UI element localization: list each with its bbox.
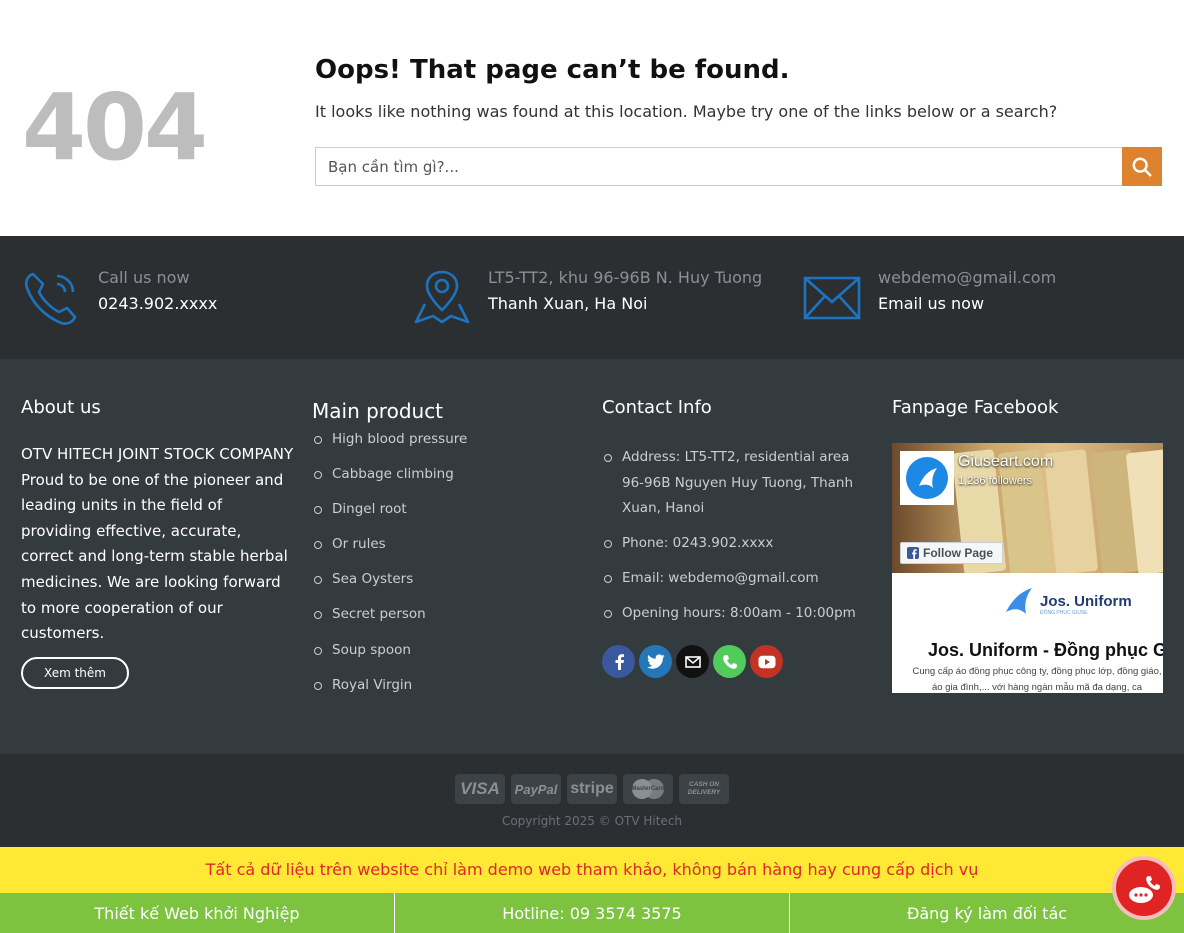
- read-more-button[interactable]: Xem thêm: [21, 657, 129, 689]
- contact-hours: Opening hours: 8:00am - 10:00pm: [602, 601, 864, 627]
- contact-title: Contact Info: [602, 397, 712, 418]
- facebook-button[interactable]: [602, 645, 635, 678]
- contact-label: Call us now: [98, 268, 190, 287]
- follow-page-label: Follow Page: [923, 546, 994, 560]
- contact-label: LT5-TT2, khu 96-96B N. Huy Tuong: [488, 268, 763, 287]
- contact-address: Address: LT5-TT2, residential area 96-96…: [602, 445, 864, 522]
- not-found-message: It looks like nothing was found at this …: [315, 102, 1058, 121]
- contact-info-list: Address: LT5-TT2, residential area 96-96…: [602, 445, 864, 636]
- brand-logo-icon: [906, 457, 948, 499]
- search-icon: [1132, 157, 1152, 177]
- envelope-icon: [803, 276, 861, 320]
- paypal-icon: PayPal: [511, 774, 561, 804]
- mastercard-label: MasterCard: [631, 786, 665, 792]
- contact-value: Thanh Xuan, Ha Noi: [488, 294, 648, 313]
- about-title: About us: [21, 397, 101, 418]
- social-links: [602, 645, 783, 678]
- not-found-section: 404 Oops! That page can’t be found. It l…: [0, 0, 1184, 236]
- product-link[interactable]: Cabbage climbing: [312, 464, 467, 499]
- mastercard-icon: MasterCard: [623, 774, 673, 804]
- contact-email: Email: webdemo@gmail.com: [602, 566, 864, 592]
- bottom-footer: VISA PayPal stripe MasterCard CASH ON DE…: [0, 754, 1184, 847]
- bottom-action-bar: Thiết kế Web khởi Nghiệp Hotline: 09 357…: [0, 893, 1184, 933]
- post-description: Cung cấp áo đồng phục công ty, đồng phục…: [912, 666, 1162, 693]
- youtube-icon: [758, 655, 775, 668]
- page-avatar[interactable]: [900, 451, 954, 505]
- product-list: High blood pressure Cabbage climbing Din…: [312, 429, 467, 710]
- email-button[interactable]: [676, 645, 709, 678]
- post-title: Jos. Uniform - Đồng phục Gi: [928, 640, 1163, 660]
- about-text: OTV HITECH JOINT STOCK COMPANY Proud to …: [21, 445, 294, 643]
- product-link[interactable]: Or rules: [312, 534, 467, 569]
- contact-item-address[interactable]: LT5-TT2, khu 96-96B N. Huy Tuong Thanh X…: [413, 236, 793, 359]
- facebook-post[interactable]: Jos. Uniform ĐỒNG PHỤC GIUSE Jos. Unifor…: [900, 580, 1163, 693]
- phone-icon: [24, 272, 77, 325]
- search-input[interactable]: [316, 148, 1122, 185]
- youtube-button[interactable]: [750, 645, 783, 678]
- page-followers: 1,236 followers: [958, 475, 1032, 487]
- map-icon: [414, 270, 470, 324]
- phone-call-button[interactable]: [713, 645, 746, 678]
- post-logo-text: Jos. Uniform: [1040, 592, 1132, 610]
- product-link[interactable]: Sea Oysters: [312, 569, 467, 604]
- cash-on-delivery-icon: CASH ON DELIVERY: [679, 774, 729, 804]
- contact-item-email[interactable]: webdemo@gmail.com Email us now: [803, 236, 1163, 359]
- product-link[interactable]: Royal Virgin: [312, 675, 467, 710]
- contact-value: Email us now: [878, 294, 985, 313]
- page-title: Oops! That page can’t be found.: [315, 55, 790, 85]
- facebook-icon: [907, 547, 919, 559]
- footer: About us OTV HITECH JOINT STOCK COMPANY …: [0, 359, 1184, 754]
- stripe-icon: stripe: [567, 774, 617, 804]
- contact-bar: Call us now 0243.902.xxxx LT5-TT2, khu 9…: [0, 236, 1184, 359]
- facebook-page-widget[interactable]: Giuseart.com 1,236 followers Follow Page…: [892, 443, 1163, 693]
- product-link[interactable]: Secret person: [312, 604, 467, 639]
- search-button[interactable]: [1122, 147, 1162, 186]
- follow-page-button[interactable]: Follow Page: [900, 542, 1003, 564]
- product-link[interactable]: High blood pressure: [312, 429, 467, 464]
- product-link[interactable]: Soup spoon: [312, 640, 467, 675]
- contact-value: 0243.902.xxxx: [98, 294, 218, 313]
- error-code: 404: [22, 74, 208, 181]
- page-name[interactable]: Giuseart.com: [958, 453, 1053, 471]
- fanpage-title: Fanpage Facebook: [892, 397, 1059, 418]
- hotline-link[interactable]: Hotline: 09 3574 3575: [395, 893, 790, 933]
- visa-icon: VISA: [455, 774, 505, 804]
- copyright: Copyright 2025 © OTV Hitech: [501, 814, 683, 828]
- startup-web-design-link[interactable]: Thiết kế Web khởi Nghiệp: [0, 893, 395, 933]
- demo-notice: Tất cả dữ liệu trên website chỉ làm demo…: [0, 847, 1184, 893]
- facebook-icon: [615, 653, 624, 670]
- contact-phone: Phone: 0243.902.xxxx: [602, 531, 864, 557]
- phone-call-icon: [722, 654, 737, 669]
- floating-call-button[interactable]: [1112, 856, 1176, 920]
- post-logo-subtitle: ĐỒNG PHỤC GIUSE: [1040, 610, 1088, 616]
- chat-phone-icon: [1129, 876, 1160, 903]
- search-box: [315, 147, 1123, 186]
- contact-item-phone[interactable]: Call us now 0243.902.xxxx: [23, 236, 383, 359]
- twitter-button[interactable]: [639, 645, 672, 678]
- products-title: Main product: [312, 399, 444, 423]
- page: 404 Oops! That page can’t be found. It l…: [0, 0, 1184, 933]
- contact-label: webdemo@gmail.com: [878, 268, 1057, 287]
- uniform-logo-icon: [1006, 588, 1032, 614]
- twitter-icon: [646, 653, 664, 669]
- email-icon: [684, 655, 701, 668]
- payment-icons: VISA PayPal stripe MasterCard CASH ON DE…: [455, 774, 729, 804]
- page-cover-image: Giuseart.com 1,236 followers Follow Page: [892, 443, 1163, 573]
- product-link[interactable]: Dingel root: [312, 499, 467, 534]
